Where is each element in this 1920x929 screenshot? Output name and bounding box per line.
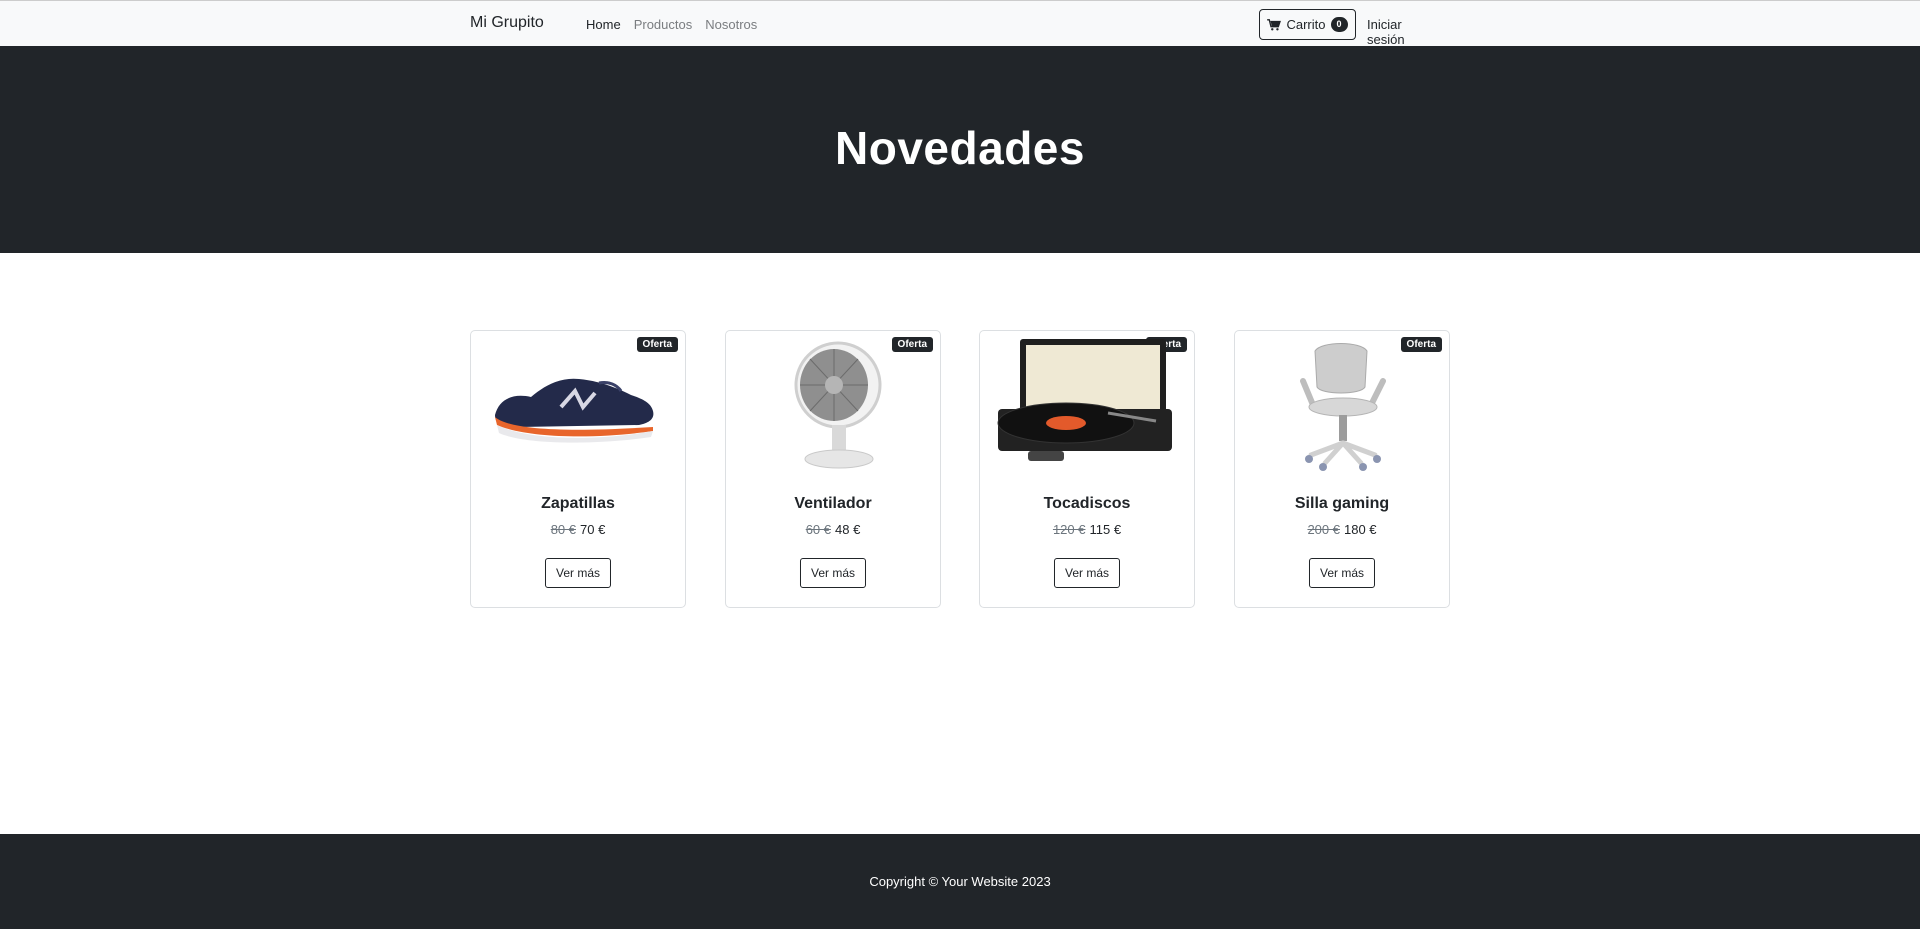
product-grid: Oferta Zapatillas 80 €70 € Ver más Ofert…	[470, 330, 1450, 608]
old-price: 60 €	[805, 522, 831, 537]
old-price: 80 €	[550, 522, 576, 537]
hero-header: Novedades	[0, 46, 1920, 253]
product-name: Tocadiscos	[1043, 495, 1131, 512]
cart-button[interactable]: Carrito 0	[1259, 9, 1356, 40]
navbar-container: Mi Grupito Home Productos Nosotros Carri…	[470, 1, 1440, 47]
footer: Copyright © Your Website 2023	[0, 834, 1920, 929]
product-name: Silla gaming	[1294, 495, 1390, 512]
fan-image	[794, 341, 882, 469]
product-card: Oferta Zapatillas 80 €70 € Ver más	[470, 330, 686, 608]
view-more-button[interactable]: Ver más	[799, 558, 867, 588]
view-more-button[interactable]: Ver más	[1053, 558, 1121, 588]
product-card: Oferta Ventilador 60 €48 € Ver más	[725, 330, 941, 608]
turntable-image	[997, 339, 1172, 461]
nav-link-nosotros[interactable]: Nosotros	[705, 17, 757, 32]
nav-link-home[interactable]: Home	[586, 17, 621, 32]
cart-label: Carrito	[1286, 17, 1326, 32]
product-price: 120 €115 €	[980, 522, 1194, 537]
login-link[interactable]: Iniciar sesión	[1367, 17, 1440, 47]
product-name: Ventilador	[794, 495, 872, 512]
current-price: 70 €	[580, 522, 606, 537]
current-price: 48 €	[835, 522, 861, 537]
product-price: 80 € 70 €	[471, 522, 685, 537]
current-price: 180 €	[1344, 522, 1377, 537]
old-price: 120 €	[1052, 522, 1086, 537]
product-price: 60 € 48 €	[726, 522, 940, 537]
navbar: Mi Grupito Home Productos Nosotros Carri…	[0, 0, 1920, 47]
product-price: 200 € 180 €	[1235, 522, 1449, 537]
view-more-button[interactable]: Ver más	[544, 558, 612, 588]
cart-icon	[1267, 18, 1282, 30]
product-card: Oferta Tocadiscos 120 €115 € Ver más	[979, 330, 1195, 608]
copyright-text: Copyright © Your Website 2023	[869, 874, 1051, 889]
view-more-button[interactable]: Ver más	[1308, 558, 1376, 588]
product-card: Oferta Silla gaming 200 €180 € Ver más	[1234, 330, 1450, 608]
current-price: 115 €	[1089, 522, 1122, 537]
office-chair-image	[1300, 343, 1386, 471]
nav-link-productos[interactable]: Productos	[634, 17, 693, 32]
brand-link[interactable]: Mi Grupito	[470, 14, 544, 32]
hero-title: Novedades	[835, 121, 1085, 174]
sneaker-image	[495, 378, 654, 443]
product-name: Zapatillas	[541, 495, 615, 512]
old-price: 200 €	[1307, 522, 1340, 537]
nav-links: Home Productos Nosotros	[586, 17, 757, 32]
cart-count-badge: 0	[1330, 17, 1348, 32]
